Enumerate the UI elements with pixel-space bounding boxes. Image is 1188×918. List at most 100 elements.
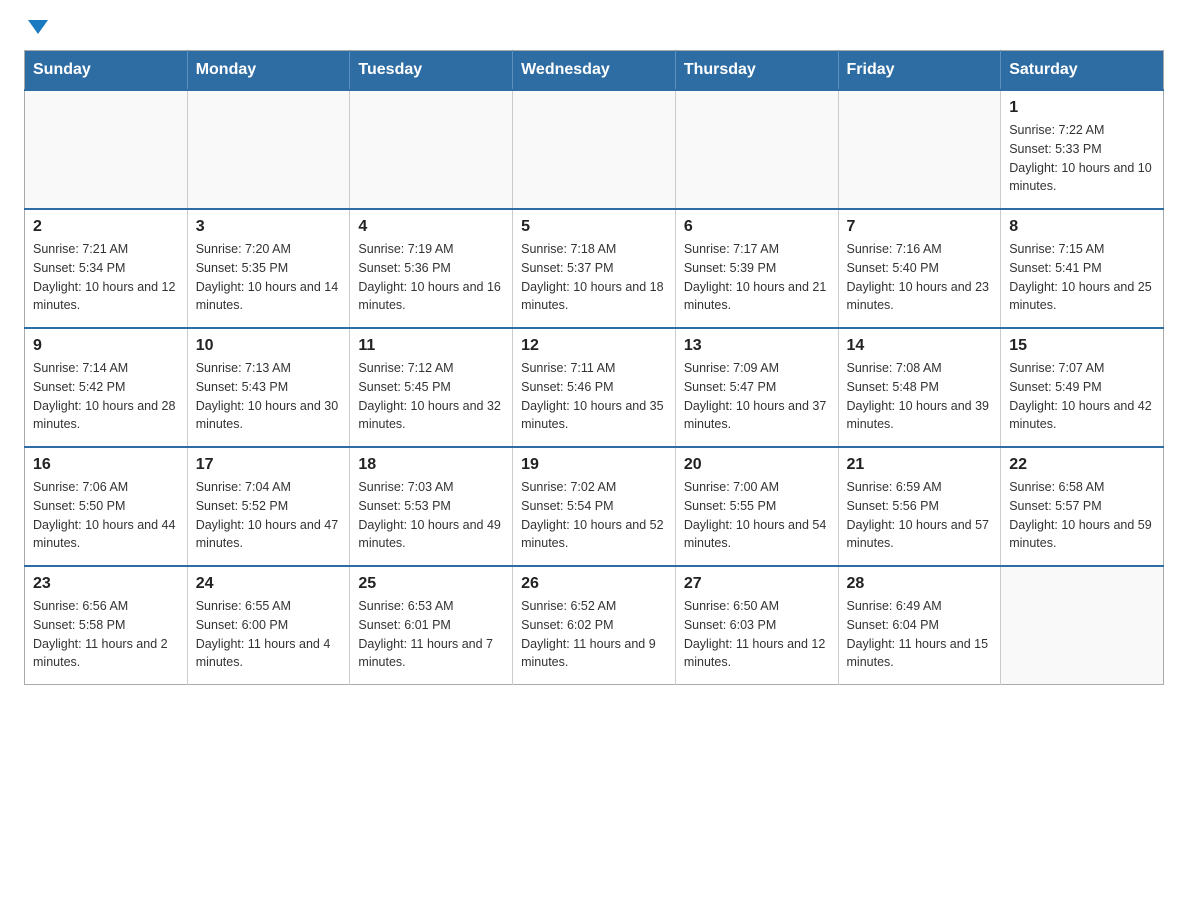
calendar-cell: [513, 90, 676, 209]
calendar-cell: 17 Sunrise: 7:04 AM Sunset: 5:52 PM Dayli…: [187, 447, 350, 566]
calendar-cell: 9 Sunrise: 7:14 AM Sunset: 5:42 PM Daylig…: [25, 328, 188, 447]
day-info-text: Sunrise: 7:11 AM Sunset: 5:46 PM Dayligh…: [521, 359, 667, 434]
calendar-cell: [187, 90, 350, 209]
calendar-cell: 20 Sunrise: 7:00 AM Sunset: 5:55 PM Dayli…: [675, 447, 838, 566]
calendar-cell: 25 Sunrise: 6:53 AM Sunset: 6:01 PM Dayli…: [350, 566, 513, 685]
calendar-cell: 8 Sunrise: 7:15 AM Sunset: 5:41 PM Daylig…: [1001, 209, 1164, 328]
calendar-cell: [838, 90, 1001, 209]
calendar-cell: [350, 90, 513, 209]
day-info-text: Sunrise: 7:14 AM Sunset: 5:42 PM Dayligh…: [33, 359, 179, 434]
day-number: 1: [1009, 99, 1155, 117]
calendar-cell: 14 Sunrise: 7:08 AM Sunset: 5:48 PM Dayli…: [838, 328, 1001, 447]
day-info-text: Sunrise: 7:13 AM Sunset: 5:43 PM Dayligh…: [196, 359, 342, 434]
logo: [24, 24, 48, 34]
day-info-text: Sunrise: 7:17 AM Sunset: 5:39 PM Dayligh…: [684, 240, 830, 315]
week-row-2: 2Sunrise: 7:21 AM Sunset: 5:34 PM Daylig…: [25, 209, 1164, 328]
day-info-text: Sunrise: 7:09 AM Sunset: 5:47 PM Dayligh…: [684, 359, 830, 434]
day-info-text: Sunrise: 6:56 AM Sunset: 5:58 PM Dayligh…: [33, 597, 179, 672]
day-number: 26: [521, 575, 667, 593]
day-number: 5: [521, 218, 667, 236]
page-header: [24, 24, 1164, 34]
calendar-cell: 21 Sunrise: 6:59 AM Sunset: 5:56 PM Dayli…: [838, 447, 1001, 566]
calendar-cell: 12 Sunrise: 7:11 AM Sunset: 5:46 PM Dayli…: [513, 328, 676, 447]
day-info-text: Sunrise: 7:16 AM Sunset: 5:40 PM Dayligh…: [847, 240, 993, 315]
day-number: 12: [521, 337, 667, 355]
day-info-text: Sunrise: 7:19 AM Sunset: 5:36 PM Dayligh…: [358, 240, 504, 315]
day-header-tuesday: Tuesday: [350, 51, 513, 91]
calendar-cell: 28 Sunrise: 6:49 AM Sunset: 6:04 PM Dayli…: [838, 566, 1001, 685]
logo-triangle-icon: [28, 20, 48, 34]
day-info-text: Sunrise: 7:03 AM Sunset: 5:53 PM Dayligh…: [358, 478, 504, 553]
day-number: 22: [1009, 456, 1155, 474]
day-number: 28: [847, 575, 993, 593]
day-number: 15: [1009, 337, 1155, 355]
day-info-text: Sunrise: 7:15 AM Sunset: 5:41 PM Dayligh…: [1009, 240, 1155, 315]
calendar-cell: 22 Sunrise: 6:58 AM Sunset: 5:57 PM Dayli…: [1001, 447, 1164, 566]
day-info-text: Sunrise: 7:08 AM Sunset: 5:48 PM Dayligh…: [847, 359, 993, 434]
day-info-text: Sunrise: 7:20 AM Sunset: 5:35 PM Dayligh…: [196, 240, 342, 315]
calendar-cell: 5 Sunrise: 7:18 AM Sunset: 5:37 PM Daylig…: [513, 209, 676, 328]
day-info-text: Sunrise: 7:12 AM Sunset: 5:45 PM Dayligh…: [358, 359, 504, 434]
day-number: 13: [684, 337, 830, 355]
calendar-cell: 16Sunrise: 7:06 AM Sunset: 5:50 PM Dayli…: [25, 447, 188, 566]
day-info-text: Sunrise: 6:49 AM Sunset: 6:04 PM Dayligh…: [847, 597, 993, 672]
day-number: 23: [33, 575, 179, 593]
day-number: 18: [358, 456, 504, 474]
calendar-cell: 4 Sunrise: 7:19 AM Sunset: 5:36 PM Daylig…: [350, 209, 513, 328]
day-header-monday: Monday: [187, 51, 350, 91]
day-number: 8: [1009, 218, 1155, 236]
day-header-thursday: Thursday: [675, 51, 838, 91]
day-number: 17: [196, 456, 342, 474]
day-number: 21: [847, 456, 993, 474]
day-header-friday: Friday: [838, 51, 1001, 91]
calendar-cell: 18 Sunrise: 7:03 AM Sunset: 5:53 PM Dayli…: [350, 447, 513, 566]
day-header-wednesday: Wednesday: [513, 51, 676, 91]
calendar-cell: 23 Sunrise: 6:56 AM Sunset: 5:58 PM Dayli…: [25, 566, 188, 685]
day-info-text: Sunrise: 7:00 AM Sunset: 5:55 PM Dayligh…: [684, 478, 830, 553]
week-row-3: 9 Sunrise: 7:14 AM Sunset: 5:42 PM Daylig…: [25, 328, 1164, 447]
day-header-saturday: Saturday: [1001, 51, 1164, 91]
day-number: 10: [196, 337, 342, 355]
calendar-cell: 10 Sunrise: 7:13 AM Sunset: 5:43 PM Dayli…: [187, 328, 350, 447]
calendar-cell: 2Sunrise: 7:21 AM Sunset: 5:34 PM Daylig…: [25, 209, 188, 328]
day-number: 3: [196, 218, 342, 236]
day-number: 16: [33, 456, 179, 474]
calendar-cell: 11Sunrise: 7:12 AM Sunset: 5:45 PM Dayli…: [350, 328, 513, 447]
day-info-text: Sunrise: 6:55 AM Sunset: 6:00 PM Dayligh…: [196, 597, 342, 672]
calendar-cell: 7 Sunrise: 7:16 AM Sunset: 5:40 PM Daylig…: [838, 209, 1001, 328]
calendar-cell: 6Sunrise: 7:17 AM Sunset: 5:39 PM Daylig…: [675, 209, 838, 328]
calendar-cell: 27Sunrise: 6:50 AM Sunset: 6:03 PM Dayli…: [675, 566, 838, 685]
day-number: 24: [196, 575, 342, 593]
calendar-cell: 13 Sunrise: 7:09 AM Sunset: 5:47 PM Dayli…: [675, 328, 838, 447]
calendar-cell: 26 Sunrise: 6:52 AM Sunset: 6:02 PM Dayli…: [513, 566, 676, 685]
day-number: 4: [358, 218, 504, 236]
calendar-cell: 1 Sunrise: 7:22 AM Sunset: 5:33 PM Daylig…: [1001, 90, 1164, 209]
day-number: 14: [847, 337, 993, 355]
week-row-4: 16Sunrise: 7:06 AM Sunset: 5:50 PM Dayli…: [25, 447, 1164, 566]
day-number: 27: [684, 575, 830, 593]
day-number: 20: [684, 456, 830, 474]
week-row-5: 23 Sunrise: 6:56 AM Sunset: 5:58 PM Dayli…: [25, 566, 1164, 685]
day-number: 19: [521, 456, 667, 474]
day-info-text: Sunrise: 6:58 AM Sunset: 5:57 PM Dayligh…: [1009, 478, 1155, 553]
day-info-text: Sunrise: 7:02 AM Sunset: 5:54 PM Dayligh…: [521, 478, 667, 553]
day-number: 25: [358, 575, 504, 593]
day-info-text: Sunrise: 7:22 AM Sunset: 5:33 PM Dayligh…: [1009, 121, 1155, 196]
week-row-1: 1 Sunrise: 7:22 AM Sunset: 5:33 PM Daylig…: [25, 90, 1164, 209]
day-info-text: Sunrise: 6:59 AM Sunset: 5:56 PM Dayligh…: [847, 478, 993, 553]
calendar-cell: [675, 90, 838, 209]
calendar-cell: [1001, 566, 1164, 685]
day-header-sunday: Sunday: [25, 51, 188, 91]
day-number: 9: [33, 337, 179, 355]
day-info-text: Sunrise: 6:52 AM Sunset: 6:02 PM Dayligh…: [521, 597, 667, 672]
day-info-text: Sunrise: 7:07 AM Sunset: 5:49 PM Dayligh…: [1009, 359, 1155, 434]
day-info-text: Sunrise: 7:04 AM Sunset: 5:52 PM Dayligh…: [196, 478, 342, 553]
day-info-text: Sunrise: 7:18 AM Sunset: 5:37 PM Dayligh…: [521, 240, 667, 315]
calendar-cell: [25, 90, 188, 209]
day-number: 7: [847, 218, 993, 236]
calendar-cell: 15 Sunrise: 7:07 AM Sunset: 5:49 PM Dayli…: [1001, 328, 1164, 447]
day-header-row: SundayMondayTuesdayWednesdayThursdayFrid…: [25, 51, 1164, 91]
calendar-cell: 19 Sunrise: 7:02 AM Sunset: 5:54 PM Dayli…: [513, 447, 676, 566]
calendar-cell: 24 Sunrise: 6:55 AM Sunset: 6:00 PM Dayli…: [187, 566, 350, 685]
day-info-text: Sunrise: 6:53 AM Sunset: 6:01 PM Dayligh…: [358, 597, 504, 672]
